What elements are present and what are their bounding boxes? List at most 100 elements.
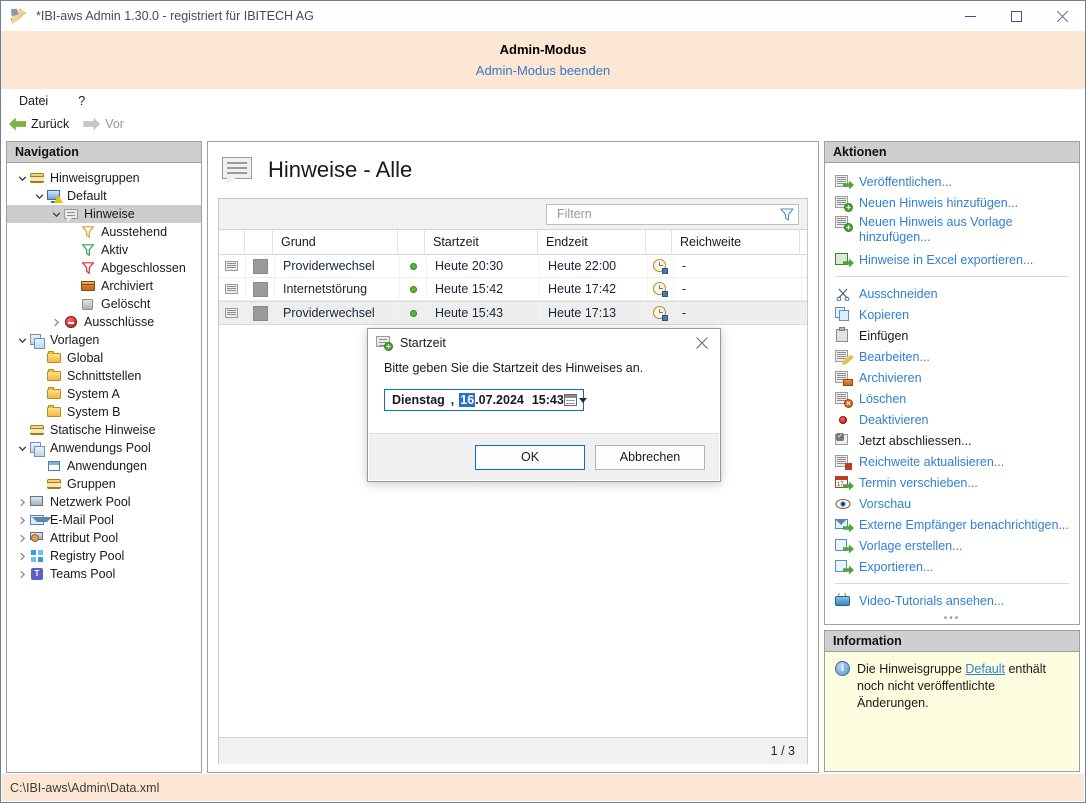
back-button[interactable]: Zurück [9,117,69,131]
action-label: Hinweise in Excel exportieren... [859,252,1033,268]
action-video-tutorials-ansehen[interactable]: Video-Tutorials ansehen... [825,590,1079,611]
dialog-close-icon[interactable] [684,329,720,357]
chevron-right-icon[interactable] [15,513,29,527]
sidebar-item-abgeschlossen[interactable]: Abgeschlossen [7,259,201,277]
chevron-down-icon[interactable] [32,189,46,203]
calendar-dropdown-button[interactable] [564,390,587,410]
sidebar-item-gruppen[interactable]: Gruppen [7,475,201,493]
col-endzeit[interactable]: Endzeit [538,230,646,254]
sidebar-item-global[interactable]: Global [7,349,201,367]
action-exportieren[interactable]: Exportieren... [825,556,1079,577]
action-kopieren[interactable]: Kopieren [825,304,1079,325]
cancel-button[interactable]: Abbrechen [595,445,705,470]
sidebar-item-gel-scht[interactable]: Gelöscht [7,295,201,313]
sidebar-item-teams-pool[interactable]: TTeams Pool [7,565,201,583]
action-löschen[interactable]: ×Löschen [825,388,1079,409]
sidebar-item-anwendungs-pool[interactable]: Anwendungs Pool [7,439,201,457]
sidebar-item-system-b[interactable]: System B [7,403,201,421]
action-ausschneiden[interactable]: Ausschneiden [825,283,1079,304]
sidebar-item-aktiv[interactable]: Aktiv [7,241,201,259]
action-externe-empfänger-benachrichtigen[interactable]: Externe Empfänger benachrichtigen... [825,514,1079,535]
col-icon[interactable] [219,230,245,254]
funnel-orange-icon [80,224,96,240]
sidebar-item-vorlagen[interactable]: Vorlagen [7,331,201,349]
chevron-right-icon[interactable] [49,315,63,329]
minimize-button[interactable] [947,1,993,31]
datetime-time[interactable]: 15:43 [532,393,564,407]
action-neuen-hinweis-aus-vorlage-hinzufügen[interactable]: +Neuen Hinweis aus Vorlage hinzufügen... [825,213,1079,249]
menu-datei[interactable]: Datei [15,92,52,110]
sidebar-item-ausstehend[interactable]: Ausstehend [7,223,201,241]
chevron-right-icon[interactable] [15,495,29,509]
col-startzeit[interactable]: Startzeit [425,230,538,254]
table-row[interactable]: ProviderwechselHeute 20:30Heute 22:00- [219,255,807,278]
sidebar-item-anwendungen[interactable]: Anwendungen [7,457,201,475]
info-default-link[interactable]: Default [965,662,1005,676]
filter-box[interactable] [546,204,799,225]
monitor-warning-icon [46,188,62,204]
actions-resize-grip[interactable]: ••• [825,615,1079,623]
datetime-weekday[interactable]: Dienstag [392,393,445,407]
menu-help[interactable]: ? [74,92,89,110]
ok-button[interactable]: OK [475,445,585,470]
navigation-tree[interactable]: HinweisgruppenDefaultHinweiseAusstehendA… [7,163,201,774]
sidebar-item-netzwerk-pool[interactable]: Netzwerk Pool [7,493,201,511]
action-bearbeiten[interactable]: Bearbeiten... [825,346,1079,367]
action-veröffentlichen[interactable]: Veröffentlichen... [825,171,1079,192]
action-vorschau[interactable]: Vorschau [825,493,1079,514]
action-vorlage-erstellen[interactable]: Vorlage erstellen... [825,535,1079,556]
sidebar-item-attribut-pool[interactable]: Attribut Pool [7,529,201,547]
datetime-monthyear[interactable]: .07.2024 [475,393,524,407]
row-checkbox[interactable] [246,278,275,300]
calendar-move-icon: 17 [835,475,852,491]
action-reichweite-aktualisieren[interactable]: Reichweite aktualisieren... [825,451,1079,472]
col-grund[interactable]: Grund [273,230,398,254]
chevron-down-icon[interactable] [15,441,29,455]
sidebar-item-ausschl-sse[interactable]: Ausschlüsse [7,313,201,331]
sidebar-item-archiviert[interactable]: Archiviert [7,277,201,295]
col-reichweite[interactable]: Reichweite [672,230,800,254]
sidebar-item-system-a[interactable]: System A [7,385,201,403]
funnel-icon[interactable] [780,208,794,221]
sidebar-item-label: Anwendungen [67,459,147,473]
app-icon [10,7,28,25]
chevron-down-icon[interactable] [49,207,63,221]
close-button[interactable] [1039,1,1085,31]
publish-icon [835,174,852,190]
row-checkbox[interactable] [246,302,275,324]
sidebar-item-e-mail-pool[interactable]: E-Mail Pool [7,511,201,529]
col-clock[interactable] [646,230,672,254]
col-check[interactable] [245,230,273,254]
action-deaktivieren[interactable]: Deaktivieren [825,409,1079,430]
row-checkbox[interactable] [246,255,275,277]
action-hinweise-in-excel-exportieren[interactable]: Hinweise in Excel exportieren... [825,249,1079,270]
sidebar-item-default[interactable]: Default [7,187,201,205]
action-archivieren[interactable]: Archivieren [825,367,1079,388]
sidebar-item-registry-pool[interactable]: Registry Pool [7,547,201,565]
sidebar-item-label: Statische Hinweise [50,423,156,437]
col-status[interactable] [398,230,425,254]
chevron-right-icon[interactable] [15,531,29,545]
datetime-comma: , [451,393,454,407]
forward-arrow-icon [83,118,100,131]
right-column: Aktionen Veröffentlichen...+Neuen Hinwei… [824,141,1080,773]
exit-admin-mode-link[interactable]: Admin-Modus beenden [476,62,610,80]
sidebar-item-schnittstellen[interactable]: Schnittstellen [7,367,201,385]
sidebar-item-statische-hinweise[interactable]: Statische Hinweise [7,421,201,439]
table-row[interactable]: ProviderwechselHeute 15:43Heute 17:13- [219,301,807,325]
maximize-button[interactable] [993,1,1039,31]
action-neuen-hinweis-hinzufügen[interactable]: +Neuen Hinweis hinzufügen... [825,192,1079,213]
chevron-right-icon[interactable] [15,549,29,563]
filter-input[interactable] [555,206,780,222]
action-termin-verschieben[interactable]: 17Termin verschieben... [825,472,1079,493]
chevron-right-icon[interactable] [15,567,29,581]
chevron-down-icon[interactable] [15,333,29,347]
forward-button[interactable]: Vor [83,117,124,131]
chevron-down-icon[interactable] [15,171,29,185]
stack-icon [29,440,45,456]
table-row[interactable]: InternetstörungHeute 15:42Heute 17:42- [219,278,807,301]
sidebar-item-hinweise[interactable]: Hinweise [7,205,201,223]
datetime-day[interactable]: 16 [459,393,475,407]
datetime-picker[interactable]: Dienstag , 16 .07.2024 15:43 [384,389,584,411]
sidebar-item-hinweisgruppen[interactable]: Hinweisgruppen [7,169,201,187]
